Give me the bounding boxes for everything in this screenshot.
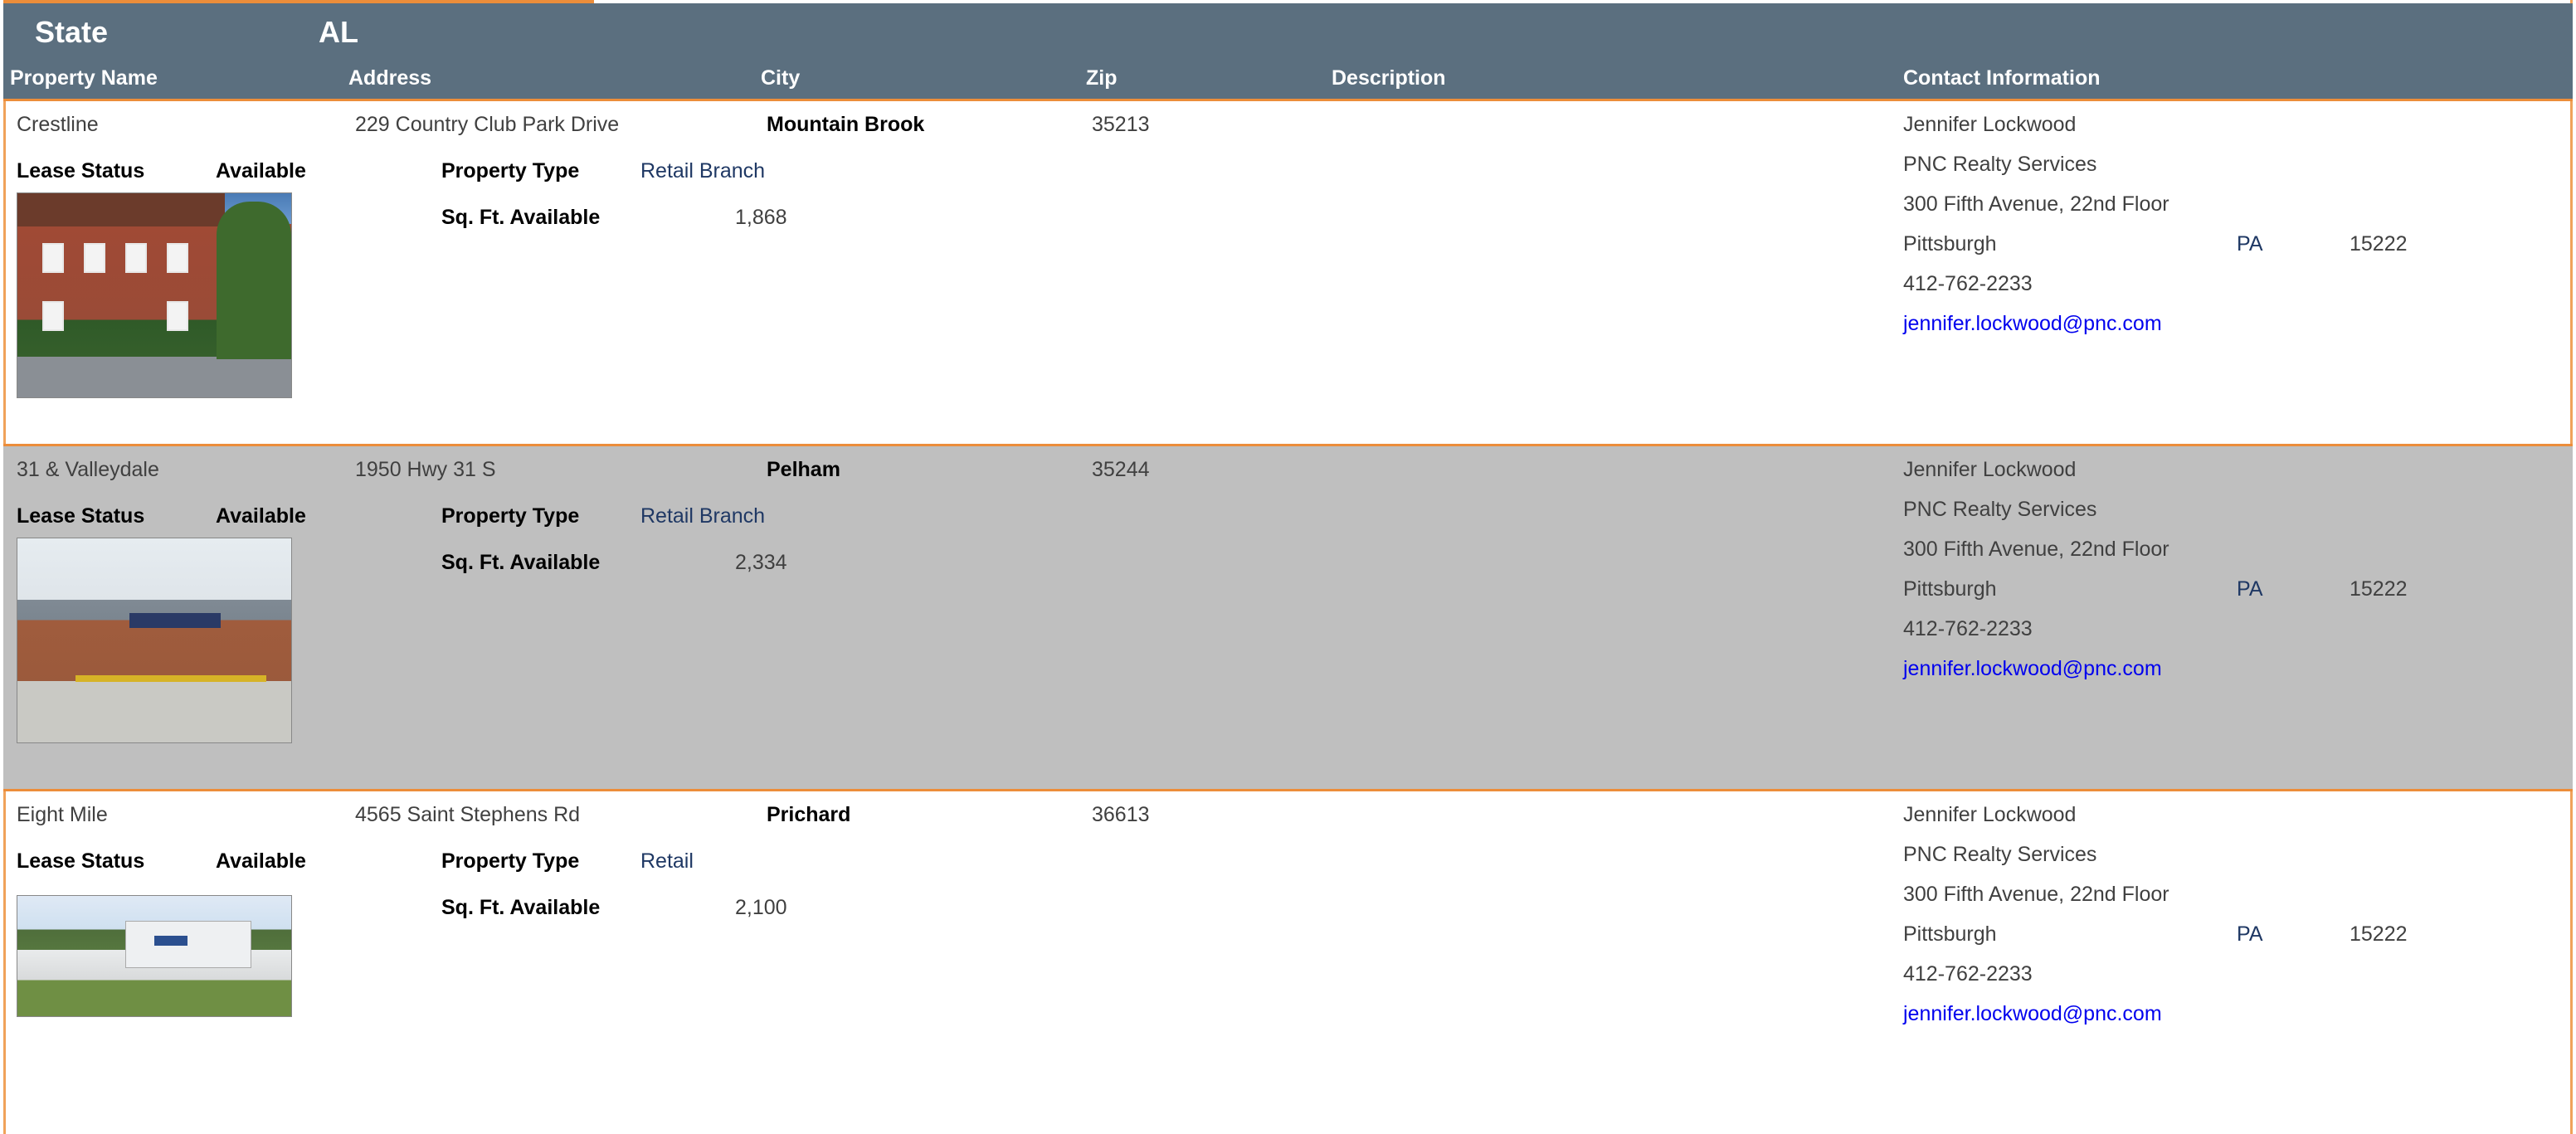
photo-roof [17, 193, 225, 226]
property-row[interactable]: Crestline 229 Country Club Park Drive Mo… [3, 101, 2573, 446]
contact-city[interactable]: Pittsburgh [1903, 577, 1997, 601]
sqft-label: Sq. Ft. Available [441, 896, 601, 919]
col-header-zip[interactable]: Zip [1086, 66, 1118, 90]
lease-status-value[interactable]: Available [216, 849, 306, 874]
property-photo[interactable] [17, 192, 292, 398]
property-photo[interactable] [17, 895, 292, 1017]
sqft-value[interactable]: 2,334 [735, 551, 787, 575]
contact-zip[interactable]: 15222 [2350, 922, 2408, 947]
contact-state[interactable]: PA [2237, 922, 2263, 947]
table-header: State AL Property Name Address City Zip … [3, 3, 2573, 101]
property-zip[interactable]: 36613 [1092, 803, 1150, 827]
property-zip[interactable]: 35244 [1092, 458, 1150, 482]
col-header-property-name[interactable]: Property Name [10, 66, 158, 90]
property-type-value[interactable]: Retail [640, 849, 694, 874]
property-type-label: Property Type [441, 504, 580, 528]
state-label: State [35, 15, 109, 49]
photo-curb [75, 675, 266, 682]
sqft-value[interactable]: 1,868 [735, 206, 787, 230]
contact-street[interactable]: 300 Fifth Avenue, 22nd Floor [1903, 192, 2169, 217]
property-address[interactable]: 229 Country Club Park Drive [355, 113, 619, 137]
property-type-label: Property Type [441, 849, 580, 873]
property-row[interactable]: Eight Mile 4565 Saint Stephens Rd Pricha… [3, 791, 2573, 1134]
contact-street[interactable]: 300 Fifth Avenue, 22nd Floor [1903, 538, 2169, 562]
contact-phone[interactable]: 412-762-2233 [1903, 962, 2033, 986]
property-city[interactable]: Prichard [767, 803, 850, 827]
contact-email-link[interactable]: jennifer.lockwood@pnc.com [1903, 657, 2162, 681]
photo-sign [129, 613, 221, 628]
property-type-value[interactable]: Retail Branch [640, 504, 765, 528]
photo-sign [154, 936, 187, 946]
contact-street[interactable]: 300 Fifth Avenue, 22nd Floor [1903, 883, 2169, 907]
property-city[interactable]: Mountain Brook [767, 113, 924, 137]
property-address[interactable]: 4565 Saint Stephens Rd [355, 803, 580, 827]
contact-state[interactable]: PA [2237, 232, 2263, 256]
contact-zip[interactable]: 15222 [2350, 232, 2408, 256]
contact-company[interactable]: PNC Realty Services [1903, 498, 2096, 522]
property-name[interactable]: Crestline [17, 113, 99, 137]
contact-name[interactable]: Jennifer Lockwood [1903, 458, 2076, 482]
contact-name[interactable]: Jennifer Lockwood [1903, 113, 2076, 137]
lease-status-label: Lease Status [17, 504, 145, 528]
contact-phone[interactable]: 412-762-2233 [1903, 617, 2033, 641]
lease-status-label: Lease Status [17, 849, 145, 873]
property-photo[interactable] [17, 538, 292, 743]
property-zip[interactable]: 35213 [1092, 113, 1150, 137]
property-address[interactable]: 1950 Hwy 31 S [355, 458, 496, 482]
contact-phone[interactable]: 412-762-2233 [1903, 272, 2033, 296]
contact-email-link[interactable]: jennifer.lockwood@pnc.com [1903, 312, 2162, 336]
lease-status-value[interactable]: Available [216, 159, 306, 183]
col-header-description[interactable]: Description [1332, 66, 1446, 90]
contact-email-link[interactable]: jennifer.lockwood@pnc.com [1903, 1002, 2162, 1026]
property-name[interactable]: 31 & Valleydale [17, 458, 159, 482]
lease-status-value[interactable]: Available [216, 504, 306, 528]
col-header-contact[interactable]: Contact Information [1903, 66, 2101, 90]
contact-city[interactable]: Pittsburgh [1903, 232, 1997, 256]
property-city[interactable]: Pelham [767, 458, 840, 482]
contact-state[interactable]: PA [2237, 577, 2263, 601]
property-type-label: Property Type [441, 159, 580, 183]
lease-status-label: Lease Status [17, 159, 145, 183]
col-header-address[interactable]: Address [348, 66, 431, 90]
contact-zip[interactable]: 15222 [2350, 577, 2408, 601]
contact-name[interactable]: Jennifer Lockwood [1903, 803, 2076, 827]
property-row[interactable]: 31 & Valleydale 1950 Hwy 31 S Pelham 352… [3, 446, 2573, 791]
property-name[interactable]: Eight Mile [17, 803, 108, 827]
sqft-label: Sq. Ft. Available [441, 551, 601, 574]
sqft-value[interactable]: 2,100 [735, 896, 787, 920]
sqft-label: Sq. Ft. Available [441, 206, 601, 229]
contact-city[interactable]: Pittsburgh [1903, 922, 1997, 947]
photo-building [125, 921, 251, 968]
contact-company[interactable]: PNC Realty Services [1903, 843, 2096, 867]
contact-company[interactable]: PNC Realty Services [1903, 153, 2096, 177]
col-header-city[interactable]: City [761, 66, 800, 90]
photo-tree [217, 202, 291, 359]
property-type-value[interactable]: Retail Branch [640, 159, 765, 183]
state-value[interactable]: AL [319, 15, 358, 50]
